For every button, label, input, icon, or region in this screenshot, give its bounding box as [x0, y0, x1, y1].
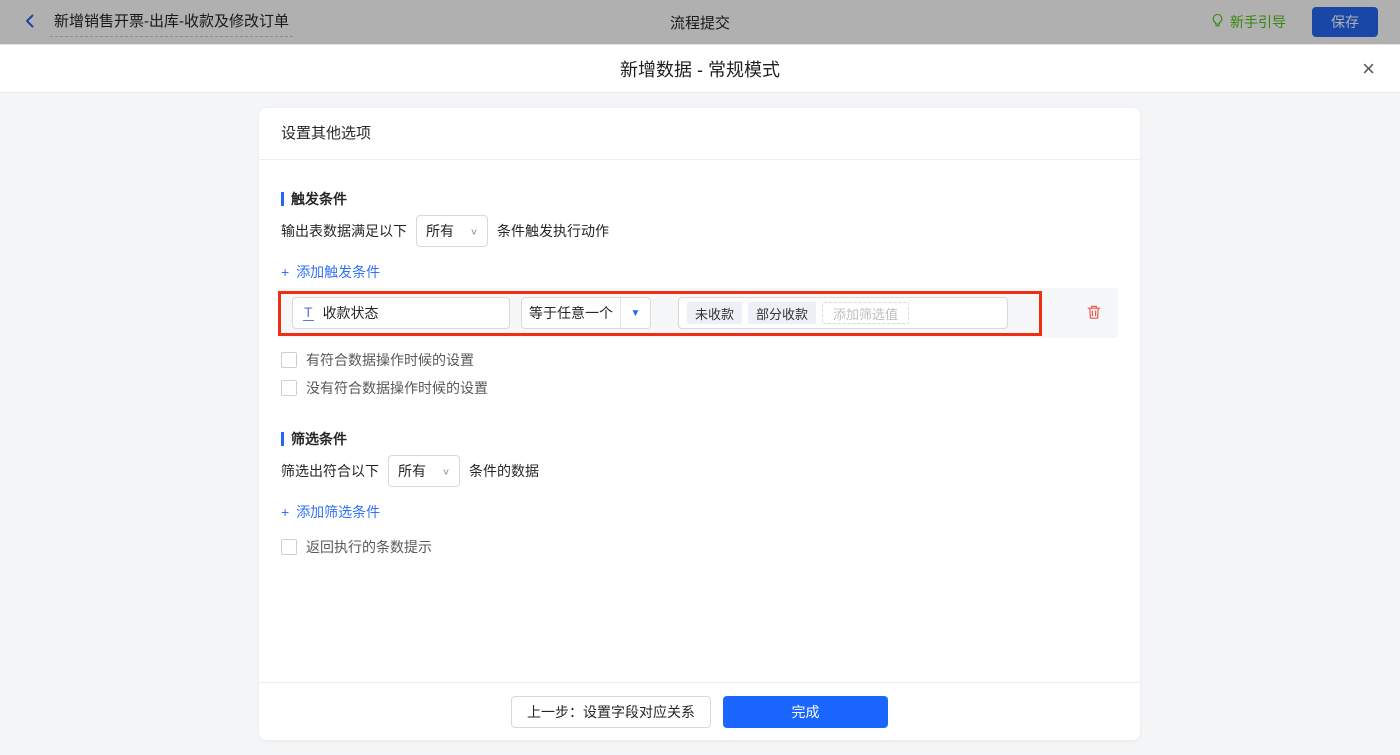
filter-match-sentence: 筛选出符合以下 所有 ∨ 条件的数据	[281, 454, 1118, 488]
checkbox-has-match[interactable]	[281, 352, 297, 368]
text-field-type-icon: T	[303, 304, 314, 321]
modal-title: 新增数据 - 常规模式	[620, 59, 780, 80]
trigger-sentence-suffix: 条件触发执行动作	[497, 223, 609, 239]
condition-values-input[interactable]: 未收款 部分收款 添加筛选值	[678, 297, 1008, 329]
trigger-sentence-prefix: 输出表数据满足以下	[281, 223, 407, 239]
panel-body: 触发条件 输出表数据满足以下 所有 ∨ 条件触发执行动作 + 添加触发条件 T	[259, 189, 1140, 557]
add-value-placeholder[interactable]: 添加筛选值	[822, 302, 910, 324]
plus-icon: +	[281, 504, 290, 520]
section-trigger-conditions: 触发条件	[281, 189, 1118, 209]
caret-down-icon: ▼	[630, 307, 641, 319]
value-tag: 未收款	[687, 302, 743, 324]
filter-match-mode-select[interactable]: 所有 ∨	[388, 455, 460, 487]
condition-operator-select[interactable]: 等于任意一个 ▼	[521, 297, 651, 329]
top-bar: 新增销售开票-出库-收款及修改订单 流程提交 新手引导 保存	[0, 0, 1400, 45]
trash-icon	[1086, 304, 1102, 323]
panel-title: 设置其他选项	[259, 108, 1140, 160]
add-trigger-condition-label: 添加触发条件	[296, 264, 381, 280]
screen: 新增销售开票-出库-收款及修改订单 流程提交 新手引导 保存 新增数据 - 常规…	[0, 0, 1400, 755]
add-trigger-condition-link[interactable]: + 添加触发条件	[281, 262, 380, 282]
section-trigger-title: 触发条件	[291, 191, 347, 207]
section-marker	[281, 192, 284, 206]
section-marker	[281, 432, 284, 446]
checkbox-row-count-label: 返回执行的条数提示	[306, 539, 432, 555]
trigger-condition-row: T 收款状态 等于任意一个 ▼ 未收款 部分收款 添加筛选值	[278, 288, 1118, 338]
page-title: 流程提交	[669, 14, 730, 32]
panel-footer: 上一步：设置字段对应关系 完成	[259, 682, 1140, 740]
delete-condition-button[interactable]	[1086, 304, 1102, 323]
condition-operator-value: 等于任意一个	[522, 298, 621, 328]
save-button[interactable]: 保存	[1312, 7, 1378, 37]
section-filter-conditions: 筛选条件	[281, 429, 1118, 449]
add-filter-condition-link[interactable]: + 添加筛选条件	[281, 502, 380, 522]
trigger-match-mode-select[interactable]: 所有 ∨	[416, 215, 488, 247]
condition-field-select[interactable]: T 收款状态	[292, 297, 510, 329]
checkbox-no-match[interactable]	[281, 380, 297, 396]
trigger-match-sentence: 输出表数据满足以下 所有 ∨ 条件触发执行动作	[281, 214, 1118, 248]
beginner-guide-link[interactable]: 新手引导	[1210, 12, 1286, 32]
checkbox-row-no-match: 没有符合数据操作时候的设置	[281, 378, 1118, 398]
filter-sentence-suffix: 条件的数据	[469, 463, 539, 479]
filter-sentence-prefix: 筛选出符合以下	[281, 463, 379, 479]
plus-icon: +	[281, 264, 290, 280]
condition-field-value: 收款状态	[322, 305, 379, 321]
checkbox-row-count[interactable]	[281, 539, 297, 555]
checkbox-row-count-hint: 返回执行的条数提示	[281, 537, 1118, 557]
section-filter-title: 筛选条件	[291, 431, 347, 447]
value-tag: 部分收款	[748, 302, 817, 324]
lightbulb-icon	[1210, 13, 1225, 31]
modal-header: 新增数据 - 常规模式 ×	[0, 45, 1400, 93]
chevron-down-icon: ∨	[469, 226, 478, 237]
beginner-guide-label: 新手引导	[1230, 14, 1286, 30]
done-button[interactable]: 完成	[723, 695, 888, 728]
filter-match-mode-value: 所有	[398, 463, 426, 479]
add-filter-condition-label: 添加筛选条件	[296, 504, 381, 520]
chevron-down-icon: ∨	[441, 466, 450, 477]
settings-panel: 设置其他选项 触发条件 输出表数据满足以下 所有 ∨ 条件触发执行动作 + 添加…	[259, 108, 1140, 740]
checkbox-has-match-label: 有符合数据操作时候的设置	[306, 352, 474, 368]
previous-step-button[interactable]: 上一步：设置字段对应关系	[511, 695, 711, 728]
checkbox-row-has-match: 有符合数据操作时候的设置	[281, 350, 1118, 370]
trigger-match-mode-value: 所有	[426, 223, 454, 239]
close-icon[interactable]: ×	[1362, 57, 1375, 80]
checkbox-no-match-label: 没有符合数据操作时候的设置	[306, 380, 488, 396]
